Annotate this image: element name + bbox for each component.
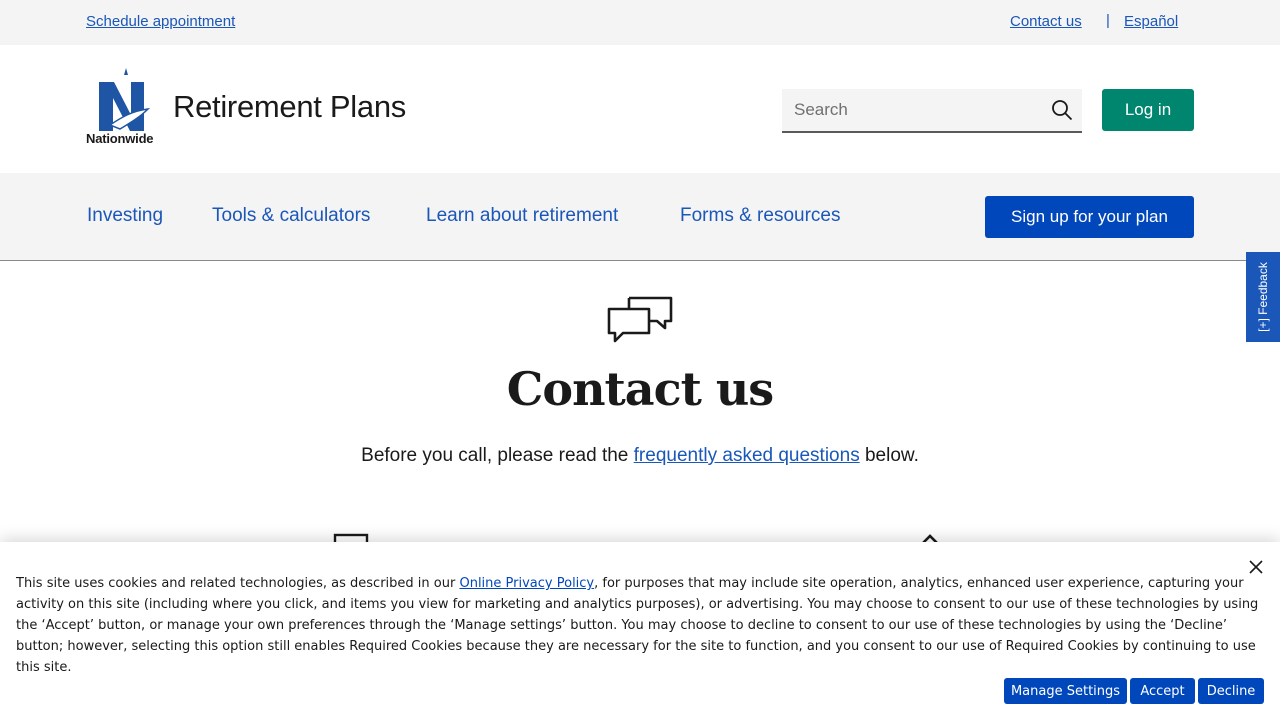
cookie-banner: This site uses cookies and related techn… <box>0 542 1280 720</box>
privacy-policy-link[interactable]: Online Privacy Policy <box>459 576 594 591</box>
search-icon <box>1052 100 1073 121</box>
cookie-text-before: This site uses cookies and related techn… <box>16 576 460 591</box>
nav-learn-about-retirement[interactable]: Learn about retirement <box>426 205 618 227</box>
cookie-text: This site uses cookies and related techn… <box>16 573 1268 678</box>
schedule-appointment-link[interactable]: Schedule appointment <box>86 13 235 30</box>
nav-tools-calculators[interactable]: Tools & calculators <box>212 205 370 227</box>
utility-separator: | <box>1106 12 1110 29</box>
accept-button[interactable]: Accept <box>1130 678 1195 704</box>
search-input[interactable] <box>782 89 1040 131</box>
nav-forms-resources[interactable]: Forms & resources <box>680 205 840 227</box>
contact-us-link[interactable]: Contact us <box>1010 13 1082 30</box>
search-button[interactable] <box>1042 89 1082 131</box>
utility-bar: Schedule appointment Contact us | Españo… <box>0 0 1280 45</box>
sign-up-button[interactable]: Sign up for your plan <box>985 196 1194 238</box>
brand-title: Retirement Plans <box>173 89 406 124</box>
feedback-label: [+] Feedback <box>1256 262 1270 332</box>
feedback-tab[interactable]: [+] Feedback <box>1246 252 1280 342</box>
search-box <box>782 89 1082 133</box>
log-in-button[interactable]: Log in <box>1102 89 1194 131</box>
page-title: Contact us <box>506 362 774 416</box>
espanol-link[interactable]: Español <box>1124 13 1178 30</box>
site-header: Nationwide Retirement Plans Log in <box>0 45 1280 173</box>
logo-wordmark: Nationwide <box>86 131 154 146</box>
manage-settings-button[interactable]: Manage Settings <box>1004 678 1127 704</box>
faq-link[interactable]: frequently asked questions <box>634 445 860 466</box>
nav-investing[interactable]: Investing <box>87 205 163 227</box>
main-nav: Investing Tools & calculators Learn abou… <box>0 173 1280 261</box>
intro-text: Before you call, please read the frequen… <box>0 445 1280 467</box>
decline-button[interactable]: Decline <box>1198 678 1264 704</box>
intro-text-after: below. <box>859 445 919 466</box>
intro-text-before: Before you call, please read the <box>361 445 634 466</box>
chat-bubbles-icon <box>607 296 673 343</box>
